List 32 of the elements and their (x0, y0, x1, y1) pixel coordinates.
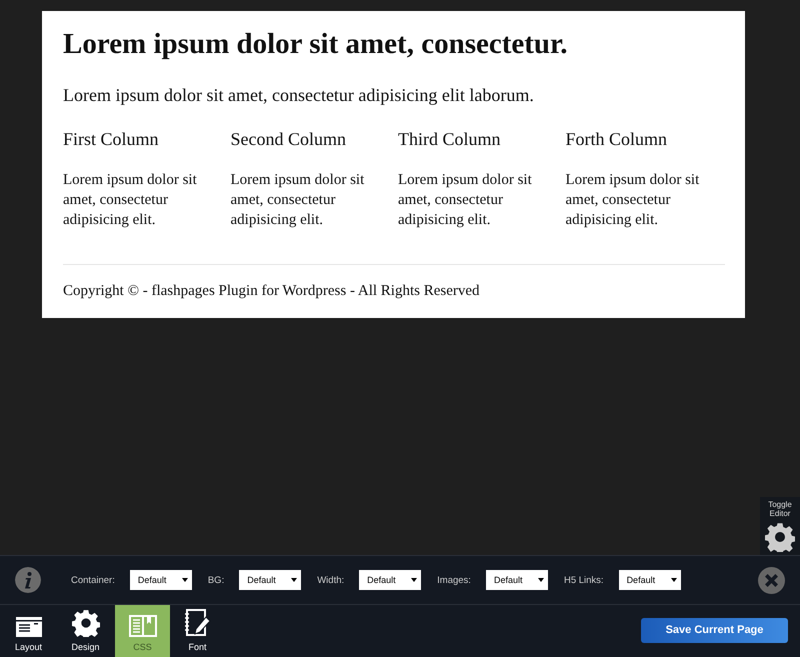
save-button[interactable]: Save Current Page (641, 618, 788, 643)
intro-text: Lorem ipsum dolor sit amet, consectetur adipisicing elit laborum. (63, 85, 535, 106)
column-heading: First Column (63, 129, 160, 150)
column-heading: Second Column (230, 129, 347, 150)
window-icon (16, 617, 42, 637)
dropdown[interactable]: Default (486, 570, 548, 590)
setting-label: H5 Links: (564, 574, 604, 586)
notepad-pencil-icon (184, 609, 210, 637)
column-text: Lorem ipsum dolor sit amet, consectetur adipisicing elit. (566, 171, 700, 230)
close-icon[interactable] (758, 566, 785, 594)
gear-icon (72, 609, 100, 637)
page-title: Lorem ipsum dolor sit amet, consectetur. (63, 27, 568, 62)
tab[interactable]: Design (58, 605, 113, 657)
column-heading: Third Column (398, 129, 502, 150)
column-heading: Forth Column (566, 129, 668, 150)
setting-label: BG: (208, 574, 224, 586)
setting-label: Container: (71, 574, 115, 586)
setting-label: Width: (317, 574, 344, 586)
footer-text: Copyright © - flashpages Plugin for Wordpress - All Rights Reserved (63, 283, 481, 300)
column-text: Lorem ipsum dolor sit amet, consectetur adipisicing elit. (63, 171, 198, 230)
column-text: Lorem ipsum dolor sit amet, consectetur adipisicing elit. (230, 171, 366, 230)
column-text: Lorem ipsum dolor sit amet, consectetur adipisicing elit. (398, 171, 533, 230)
dropdown[interactable]: Default (130, 570, 192, 590)
dropdown[interactable]: Default (618, 570, 681, 590)
info-icon[interactable] (15, 567, 41, 593)
book-icon (128, 615, 156, 637)
tab[interactable]: Font (170, 605, 225, 657)
gear-icon (765, 522, 795, 552)
dropdown[interactable]: Default (239, 570, 302, 590)
dropdown[interactable]: Default (359, 570, 422, 590)
tab[interactable]: Layout (1, 605, 56, 657)
setting-label: Images: (437, 574, 471, 586)
